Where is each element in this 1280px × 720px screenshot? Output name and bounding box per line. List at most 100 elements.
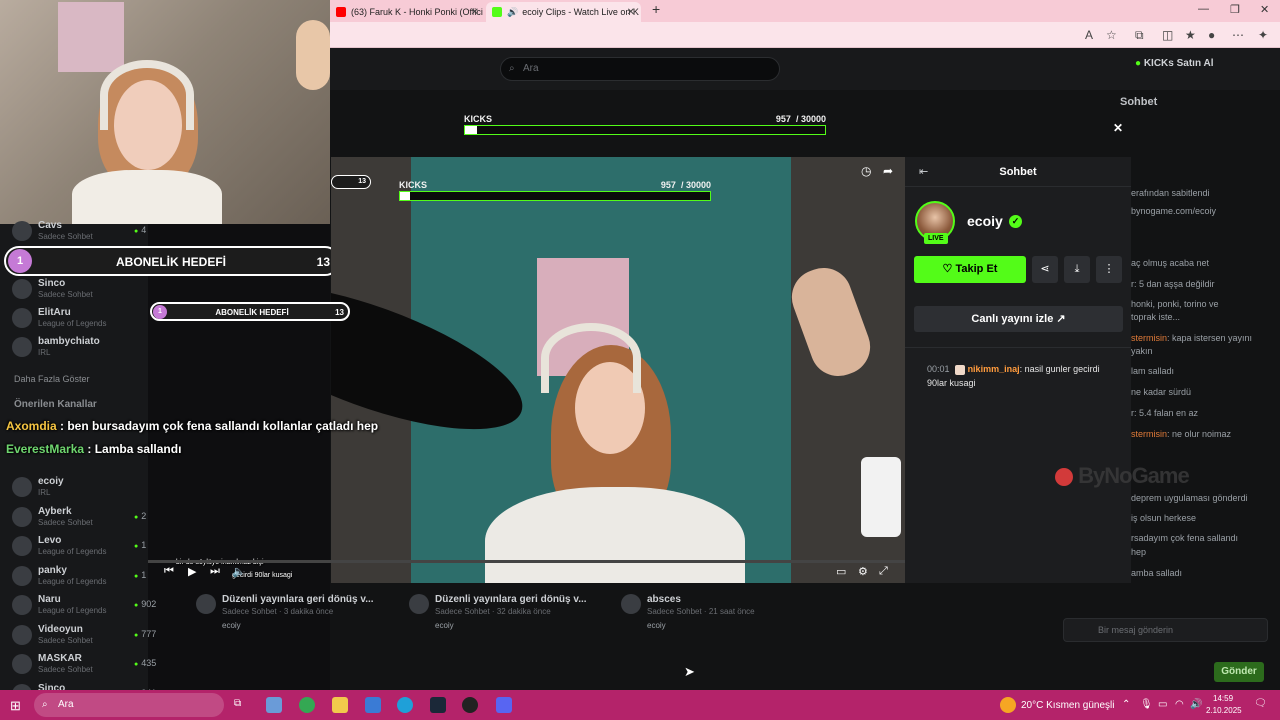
fullscreen-icon[interactable]: ⤢ — [879, 565, 888, 578]
notification-icon[interactable]: 🗨 — [1254, 698, 1267, 709]
search-icon: ⌕ — [509, 63, 515, 74]
more-icon[interactable]: ⋯ — [1232, 28, 1244, 42]
sidebar-channel[interactable]: VideoyunSadece Sohbet 777 — [6, 622, 160, 648]
close-window-button[interactable]: ✕ — [1260, 3, 1269, 16]
avatar — [12, 595, 32, 615]
extensions-icon[interactable]: ⧉ — [1135, 28, 1144, 43]
wifi-icon[interactable]: ◠ — [1175, 699, 1184, 710]
obs-icon[interactable] — [462, 697, 478, 713]
bg-chat-text: aç olmuş acaba net — [1131, 258, 1210, 268]
show-more-link[interactable]: Daha Fazla Göster — [14, 374, 90, 384]
close-icon[interactable]: ✕ — [627, 7, 635, 18]
sub-goal-overlay: 1 ABONELİK HEDEFİ 13 — [4, 246, 340, 276]
volume-icon[interactable]: 🔊 — [1190, 699, 1202, 710]
discord-icon[interactable] — [496, 697, 512, 713]
channel-category: Sadece Sohbet — [38, 290, 93, 299]
kicks-buy-button[interactable]: ● KICKs Satın Al — [1135, 58, 1213, 69]
maximize-button[interactable]: ❐ — [1230, 3, 1240, 16]
bg-chat-line: amba salladı — [1131, 568, 1182, 578]
viewer-count: 902 — [134, 599, 156, 609]
sidebar-channel[interactable]: CavsSadece Sohbet 4 — [6, 218, 160, 244]
share-icon[interactable]: ➦ — [883, 164, 893, 178]
external-link-icon: ↗ — [1056, 313, 1066, 325]
edge-icon[interactable] — [397, 697, 413, 713]
send-button[interactable]: Gönder — [1214, 662, 1264, 682]
weather-icon — [1000, 697, 1016, 713]
taskbar-search-label: Ara — [58, 699, 74, 710]
sidebar-channel[interactable]: pankyLeague of Legends 1 — [6, 563, 160, 589]
follow-button[interactable]: ♡ Takip Et — [914, 256, 1026, 283]
viewer-count: 435 — [134, 658, 156, 668]
video-channel: ecoiy — [435, 621, 454, 630]
overlay-chat-user: EverestMarka — [6, 442, 85, 456]
folder-icon[interactable] — [332, 697, 348, 713]
channel-name[interactable]: ecoiy — [967, 213, 1003, 229]
video-player[interactable]: 13 KICKS 957 / 30000 ◷ ➦ — [331, 157, 905, 583]
weather-text[interactable]: 20°C Kısmen güneşli — [1021, 700, 1115, 711]
sidebar-channel[interactable]: ecoiy IRL — [6, 474, 160, 500]
sidebar-channel[interactable]: LevoLeague of Legends 1 — [6, 533, 160, 559]
avatar — [12, 477, 32, 497]
search-input[interactable]: ⌕ Ara — [500, 57, 780, 81]
watch-live-button[interactable]: Canlı yayını izle ↗ — [914, 306, 1123, 332]
more-button[interactable]: ⋮ — [1096, 256, 1122, 283]
sidebar-channel[interactable]: Sinco Sadece Sohbet — [6, 276, 160, 302]
close-icon[interactable]: ✕ — [471, 7, 479, 18]
next-icon[interactable]: ⏭ — [210, 565, 220, 578]
bg-chat-line: iş olsun herkese — [1131, 513, 1196, 523]
avatar — [12, 654, 32, 674]
sidebar-channel[interactable]: ElitAru League of Legends — [6, 305, 160, 331]
sub-goal-badge: 1 — [153, 305, 167, 319]
mic-icon[interactable]: 🎙 — [1140, 699, 1153, 710]
sidebar-channel[interactable]: NaruLeague of Legends 902 — [6, 592, 160, 618]
sidebar-channel[interactable]: AyberkSadece Sohbet 2 — [6, 504, 160, 530]
clock-date[interactable]: 2.10.2025 — [1206, 706, 1242, 715]
message-user[interactable]: nikimm_inaj — [968, 364, 1020, 374]
close-icon[interactable]: ✕ — [1113, 121, 1123, 135]
bg-chat-user: stermisin — [1131, 429, 1168, 439]
gear-icon[interactable]: ⚙ — [858, 565, 868, 578]
speaker-icon[interactable]: 🔊 — [507, 7, 518, 18]
minimize-button[interactable]: — — [1198, 3, 1209, 15]
split-icon[interactable]: ◫ — [1162, 28, 1173, 42]
message-time: 00:01 — [927, 364, 950, 374]
verified-icon: ✓ — [1009, 215, 1022, 228]
read-aloud-icon[interactable]: A — [1085, 28, 1093, 42]
captions-icon[interactable]: ▭ — [836, 565, 846, 578]
bg-chat-text: deprem uygulaması gönderdi — [1131, 493, 1248, 503]
overlay-chat-line: EverestMarka : Lamba sallandı — [6, 442, 181, 456]
new-tab-button[interactable]: + — [652, 1, 660, 17]
seek-bar[interactable] — [148, 560, 905, 563]
share-button[interactable]: ⋖ — [1032, 256, 1058, 283]
task-view-icon[interactable]: ⧉ — [234, 698, 241, 709]
sidebar-channel[interactable]: MASKARSadece Sohbet 435 — [6, 651, 160, 677]
volume-icon[interactable]: 🔈 — [232, 565, 246, 578]
copilot-icon[interactable] — [266, 697, 282, 713]
sidebar-channel[interactable]: bambychiato IRL — [6, 334, 160, 360]
chevron-up-icon[interactable]: ⌃ — [1122, 699, 1130, 710]
download-icon: ⤓ — [1074, 263, 1080, 275]
download-button[interactable]: ⤓ — [1064, 256, 1090, 283]
clock-time[interactable]: 14:59 — [1213, 694, 1233, 703]
channel-name: ecoiy — [38, 476, 64, 487]
tab-kick[interactable]: 🔊 ecoiy Clips - Watch Live on K ✕ — [486, 2, 641, 22]
bg-chat-user: stermisin — [1131, 333, 1168, 343]
tab-youtube[interactable]: (63) Faruk K - Honki Ponki (Offici ✕ — [330, 2, 485, 22]
play-icon[interactable]: ▶ — [188, 565, 196, 578]
bg-chat-line: stermisin: ne olur noimaz — [1131, 429, 1231, 439]
taskbar-search[interactable]: ⌕ Ara — [34, 693, 224, 717]
profile-icon[interactable]: ● — [1208, 28, 1215, 42]
clock-icon[interactable]: ◷ — [861, 164, 871, 178]
store-icon[interactable] — [365, 697, 381, 713]
windows-start-icon[interactable]: ⊞ — [10, 698, 21, 714]
channel-category: League of Legends — [38, 547, 107, 556]
star-icon[interactable]: ☆ — [1106, 28, 1117, 42]
bynogame-logo: ByNoGame — [1055, 463, 1190, 489]
monitor-icon[interactable]: ▭ — [1158, 699, 1167, 710]
bg-chat-input[interactable]: Bir mesaj gönderin — [1063, 618, 1268, 642]
favorites-icon[interactable]: ★ — [1185, 28, 1196, 42]
copilot-icon[interactable]: ✦ — [1258, 28, 1268, 42]
steam-icon[interactable] — [430, 697, 446, 713]
chrome-icon[interactable] — [299, 697, 315, 713]
previous-icon[interactable]: ⏮ — [164, 565, 174, 578]
